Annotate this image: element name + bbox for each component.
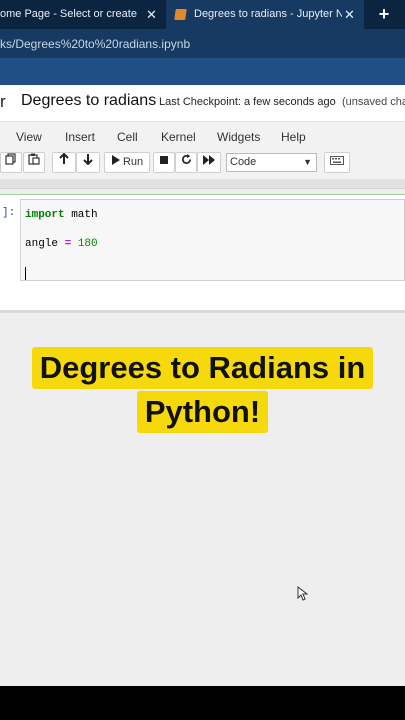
url-text: ks/Degrees%20to%20radians.ipynb	[0, 37, 191, 51]
code-line-2: angle = 180	[25, 238, 98, 250]
browser-tab-bar: ome Page - Select or create a n ✕ Degree…	[0, 0, 405, 29]
close-tab-icon[interactable]: ✕	[344, 0, 355, 29]
cell-type-select[interactable]: Code ▼	[226, 153, 317, 172]
jupyter-notebook: r Degrees to radians Last Checkpoint: a …	[0, 85, 405, 686]
menu-insert[interactable]: Insert	[65, 130, 95, 144]
menu-view[interactable]: View	[16, 130, 42, 144]
move-down-button[interactable]	[76, 152, 100, 173]
cell-prompt: ]:	[2, 207, 16, 219]
new-tab-button[interactable]: +	[372, 0, 396, 29]
code-line-1: import math	[25, 209, 98, 221]
tab-home-page[interactable]: ome Page - Select or create a n ✕	[0, 0, 164, 29]
code-number: 180	[71, 238, 98, 250]
menu-kernel[interactable]: Kernel	[161, 130, 196, 144]
run-button[interactable]: Run	[104, 152, 150, 173]
restart-icon	[181, 154, 191, 164]
video-caption-overlay: Degrees to Radians in Python!	[0, 347, 405, 435]
copy-cell-button[interactable]	[0, 152, 22, 173]
notebook-toolbar: Run Code ▼	[0, 151, 405, 179]
play-icon	[111, 155, 120, 165]
menu-help[interactable]: Help	[281, 130, 306, 144]
bookmarks-strip	[0, 58, 405, 85]
menu-cell[interactable]: Cell	[117, 130, 138, 144]
notebook-header: r Degrees to radians Last Checkpoint: a …	[0, 85, 405, 121]
cell-area-bottom-edge	[0, 310, 405, 313]
notebook-favicon-icon	[174, 9, 187, 20]
text-cursor	[25, 267, 26, 280]
toolbar-separator	[0, 179, 405, 189]
fast-forward-icon	[203, 155, 215, 165]
paste-icon	[28, 153, 40, 165]
caption-line-2: Python!	[136, 391, 269, 433]
code-text: math	[64, 209, 98, 221]
arrow-up-icon	[59, 152, 69, 164]
tab-degrees-to-radians[interactable]: Degrees to radians - Jupyter Not ✕	[166, 0, 364, 29]
chevron-down-icon: ▼	[303, 157, 312, 167]
run-label: Run	[122, 156, 144, 168]
move-up-button[interactable]	[52, 152, 76, 173]
close-tab-icon[interactable]: ✕	[146, 0, 157, 29]
restart-button[interactable]	[175, 152, 197, 173]
notebook-title[interactable]: Degrees to radians	[21, 92, 156, 110]
tab-label: ome Page - Select or create a n	[0, 8, 140, 20]
copy-icon	[5, 153, 16, 165]
keyboard-icon	[330, 156, 344, 165]
menu-bar: View Insert Cell Kernel Widgets Help	[0, 121, 405, 151]
mouse-pointer-icon	[297, 585, 309, 606]
bottom-black-bar	[0, 686, 405, 720]
checkpoint-status: Last Checkpoint: a few seconds ago	[159, 96, 336, 108]
restart-run-all-button[interactable]	[197, 152, 221, 173]
code-keyword: import	[25, 209, 65, 221]
stop-icon	[160, 156, 168, 164]
menu-widgets[interactable]: Widgets	[217, 130, 260, 144]
unsaved-status: (unsaved cha	[342, 96, 405, 108]
tab-label: Degrees to radians - Jupyter Not	[194, 8, 342, 20]
address-bar[interactable]: ks/Degrees%20to%20radians.ipynb	[0, 29, 405, 58]
caption-line-1: Degrees to Radians in	[31, 347, 374, 389]
interrupt-button[interactable]	[153, 152, 175, 173]
command-palette-button[interactable]	[324, 152, 350, 173]
paste-cell-button[interactable]	[23, 152, 45, 173]
code-variable: angle	[25, 238, 65, 250]
cell-input[interactable]: import math angle = 180	[20, 199, 405, 281]
code-cell[interactable]: ]: import math angle = 180	[0, 194, 405, 310]
jupyter-logo-fragment[interactable]: r	[0, 92, 6, 112]
cell-type-value: Code	[230, 156, 257, 168]
arrow-down-icon	[83, 154, 93, 166]
